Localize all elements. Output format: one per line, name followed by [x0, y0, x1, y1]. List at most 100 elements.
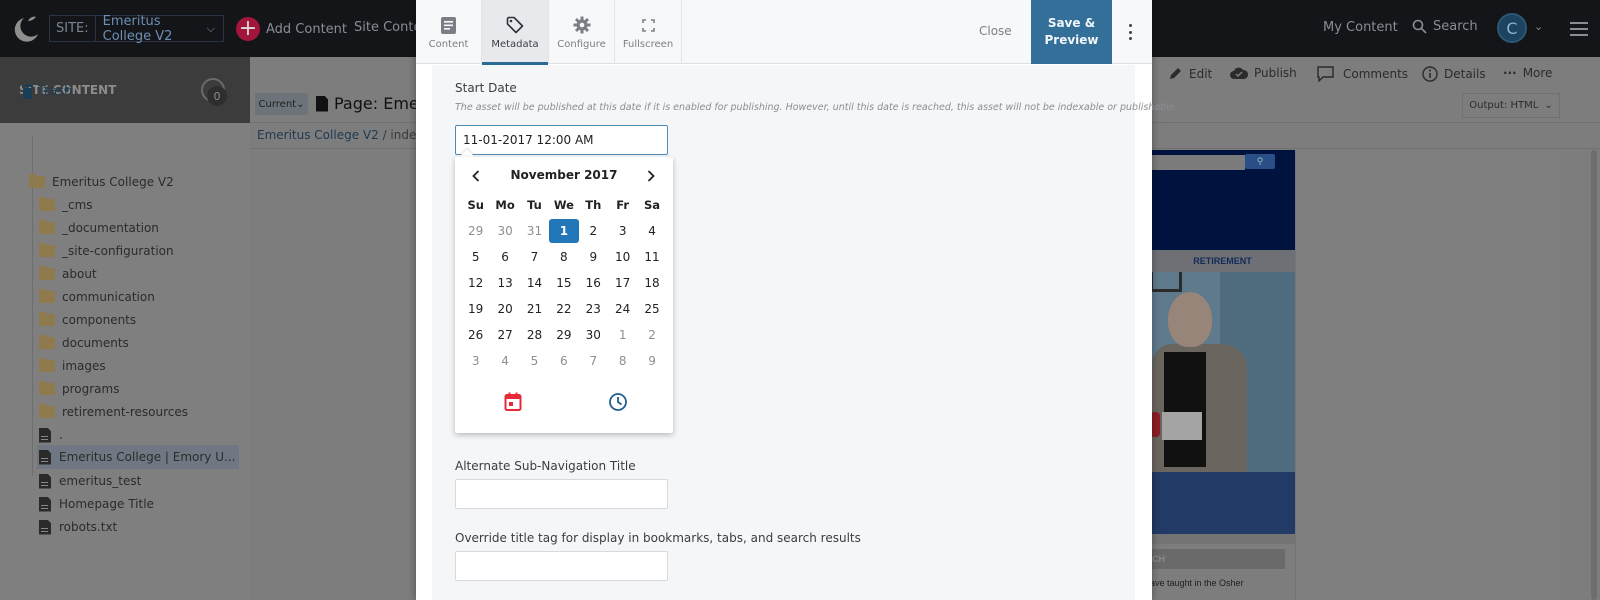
- tab-configure[interactable]: Configure: [549, 0, 615, 64]
- my-content-link[interactable]: My Content: [1323, 20, 1398, 35]
- preview-body-text: ave taught in the Osher: [1150, 578, 1244, 588]
- details-button[interactable]: Details: [1422, 66, 1486, 82]
- cms-logo-icon[interactable]: [10, 12, 42, 44]
- tree-page[interactable]: .: [39, 424, 63, 446]
- calendar-view-button[interactable]: [504, 392, 522, 412]
- day-cell[interactable]: 14: [520, 271, 549, 295]
- add-content-button[interactable]: + Add Content: [236, 17, 347, 41]
- tab-metadata[interactable]: Metadata: [482, 0, 549, 65]
- day-cell[interactable]: 30: [579, 323, 608, 347]
- tree-file[interactable]: robots.txt: [39, 516, 117, 538]
- more-button[interactable]: ··· More: [1503, 66, 1552, 80]
- week-row: 19 20 21 22 23 24 25: [461, 296, 667, 322]
- day-cell[interactable]: 19: [461, 297, 490, 321]
- comment-icon: [1317, 66, 1334, 82]
- hamburger-menu-icon[interactable]: [1570, 22, 1588, 36]
- day-cell-selected[interactable]: 1: [549, 219, 579, 243]
- publish-button[interactable]: Publish: [1230, 66, 1297, 80]
- folder-icon: [39, 220, 55, 234]
- version-select[interactable]: Current ⌄: [255, 93, 308, 115]
- chevron-down-icon[interactable]: ⌄: [1534, 20, 1543, 33]
- search-button[interactable]: Search: [1412, 19, 1478, 34]
- day-cell[interactable]: 2: [579, 219, 608, 243]
- output-select[interactable]: Output: HTML ⌄: [1462, 93, 1560, 118]
- preview-section-label: CH: [1150, 549, 1285, 569]
- day-cell[interactable]: 12: [461, 271, 490, 295]
- page-title-text: Page: Eme: [334, 94, 419, 113]
- day-cell[interactable]: 26: [461, 323, 490, 347]
- day-cell-other-month[interactable]: 7: [579, 349, 608, 373]
- day-cell[interactable]: 6: [490, 245, 519, 269]
- tree-folder[interactable]: _site-configuration: [39, 240, 174, 262]
- day-cell-other-month[interactable]: 30: [490, 219, 519, 243]
- site-selector[interactable]: SITE: Emeritus College V2 ⌵: [49, 13, 224, 44]
- breadcrumb-link[interactable]: Emeritus College V2: [257, 128, 379, 142]
- day-cell[interactable]: 21: [520, 297, 549, 321]
- day-cell[interactable]: 9: [579, 245, 608, 269]
- time-picker-button[interactable]: [608, 392, 628, 412]
- tab-content[interactable]: Content: [416, 0, 482, 64]
- save-preview-button[interactable]: Save & Preview: [1031, 0, 1112, 64]
- start-date-input[interactable]: 11-01-2017 12:00 AM: [455, 125, 668, 155]
- tree-folder[interactable]: _cms: [39, 194, 93, 216]
- day-cell[interactable]: 25: [637, 297, 666, 321]
- day-cell-other-month[interactable]: 5: [520, 349, 549, 373]
- edit-button[interactable]: Edit: [1168, 66, 1212, 81]
- day-cell[interactable]: 17: [608, 271, 637, 295]
- day-cell[interactable]: 5: [461, 245, 490, 269]
- tree-folder[interactable]: documents: [39, 332, 129, 354]
- tree-folder[interactable]: programs: [39, 378, 119, 400]
- day-cell[interactable]: 13: [490, 271, 519, 295]
- tree-page-selected[interactable]: Emeritus College | Emory U...: [37, 445, 240, 469]
- day-cell[interactable]: 20: [490, 297, 519, 321]
- day-cell[interactable]: 29: [549, 323, 578, 347]
- tree-page[interactable]: emeritus_test: [39, 470, 141, 492]
- day-cell[interactable]: 7: [520, 245, 549, 269]
- chevron-down-icon: ⌵: [206, 21, 215, 35]
- comments-button[interactable]: Comments: [1317, 66, 1408, 82]
- day-cell-other-month[interactable]: 6: [549, 349, 578, 373]
- day-cell[interactable]: 28: [520, 323, 549, 347]
- day-cell[interactable]: 4: [637, 219, 666, 243]
- next-month-button[interactable]: [641, 167, 661, 185]
- day-cell-other-month[interactable]: 2: [637, 323, 666, 347]
- day-cell[interactable]: 3: [608, 219, 637, 243]
- tree-folder[interactable]: retirement-resources: [39, 401, 188, 423]
- day-cell-other-month[interactable]: 29: [461, 219, 490, 243]
- day-cell-other-month[interactable]: 4: [490, 349, 519, 373]
- tree-folder[interactable]: about: [39, 263, 97, 285]
- tree-folder[interactable]: images: [39, 355, 106, 377]
- alt-subnav-title-input[interactable]: [455, 479, 668, 509]
- day-cell[interactable]: 11: [637, 245, 666, 269]
- preview-header: ⚲: [1150, 150, 1295, 250]
- day-cell[interactable]: 10: [608, 245, 637, 269]
- day-cell[interactable]: 8: [549, 245, 578, 269]
- day-cell[interactable]: 16: [579, 271, 608, 295]
- day-cell[interactable]: 23: [579, 297, 608, 321]
- day-cell[interactable]: 27: [490, 323, 519, 347]
- tree-item-label: images: [62, 359, 106, 373]
- tree-root-folder[interactable]: Emeritus College V2: [29, 171, 174, 193]
- site-selector-value: Emeritus College V2: [102, 13, 173, 44]
- day-cell-other-month[interactable]: 31: [520, 219, 549, 243]
- close-button[interactable]: Close: [979, 24, 1012, 38]
- override-title-input[interactable]: [455, 551, 668, 581]
- day-cell[interactable]: 24: [608, 297, 637, 321]
- tree-folder[interactable]: components: [39, 309, 136, 331]
- day-cell-other-month[interactable]: 8: [608, 349, 637, 373]
- folder-icon: [29, 174, 45, 188]
- tree-folder[interactable]: communication: [39, 286, 155, 308]
- day-cell[interactable]: 22: [549, 297, 578, 321]
- day-cell[interactable]: 15: [549, 271, 578, 295]
- preview-scrollbar[interactable]: [1591, 150, 1597, 600]
- more-options-icon[interactable]: [1129, 24, 1133, 40]
- tab-fullscreen[interactable]: Fullscreen: [615, 0, 682, 64]
- day-cell-other-month[interactable]: 9: [637, 349, 666, 373]
- trash-link[interactable]: Trash: [22, 84, 72, 99]
- day-cell-other-month[interactable]: 1: [608, 323, 637, 347]
- day-cell[interactable]: 18: [637, 271, 666, 295]
- tree-page[interactable]: Homepage Title: [39, 493, 154, 515]
- day-cell-other-month[interactable]: 3: [461, 349, 490, 373]
- tree-folder[interactable]: _documentation: [39, 217, 159, 239]
- user-avatar[interactable]: C: [1497, 13, 1527, 43]
